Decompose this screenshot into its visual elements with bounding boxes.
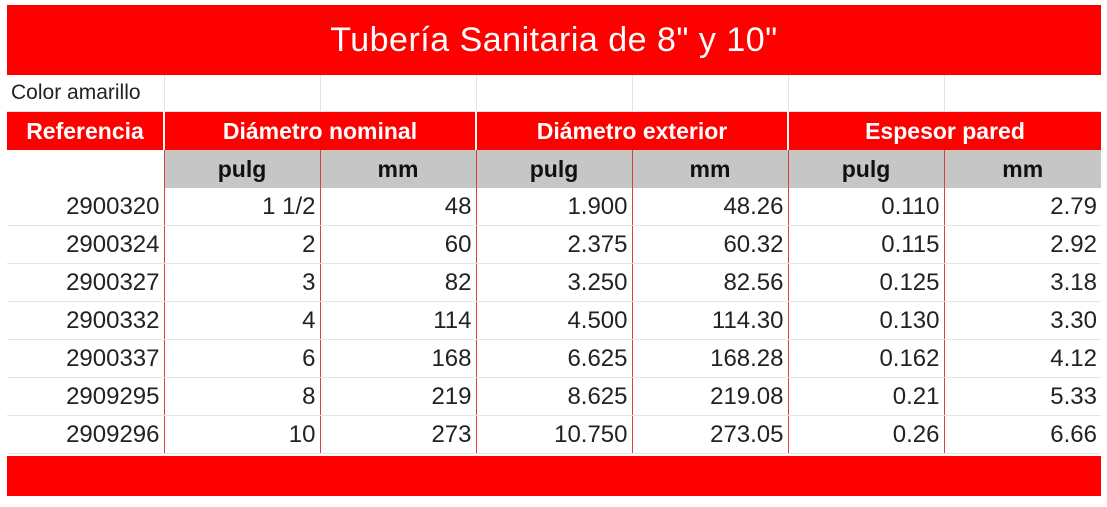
cell-espesor-mm[interactable]: 6.66	[944, 415, 1101, 454]
table-body: 2900320 1 1/2 48 1.900 48.26 0.110 2.79 2900324…	[7, 188, 1101, 454]
cell-nominal-pulg[interactable]: 6	[164, 339, 321, 378]
empty-cell[interactable]	[164, 75, 321, 112]
cell-exterior-pulg[interactable]: 10.750	[476, 415, 633, 454]
header-diametro-nominal: Diámetro nominal	[164, 111, 477, 150]
table-row: 2900324 2 60 2.375 60.32 0.115 2.92	[7, 225, 1101, 264]
cell-exterior-mm[interactable]: 219.08	[632, 377, 789, 416]
cell-exterior-pulg[interactable]: 3.250	[476, 263, 633, 302]
empty-cell[interactable]	[476, 75, 633, 112]
cell-espesor-mm[interactable]: 4.12	[944, 339, 1101, 378]
cell-exterior-mm[interactable]: 60.32	[632, 225, 789, 264]
pipe-spec-table: Color amarillo Referencia Diámetro nomin…	[7, 75, 1101, 454]
cell-nominal-pulg[interactable]: 4	[164, 301, 321, 340]
subtitle-cell[interactable]: Color amarillo	[7, 75, 165, 112]
unit-pulg: pulg	[476, 150, 633, 188]
cell-espesor-pulg[interactable]: 0.125	[788, 263, 945, 302]
cell-referencia[interactable]: 2900324	[7, 225, 165, 264]
unit-mm: mm	[320, 150, 477, 188]
cell-espesor-mm[interactable]: 5.33	[944, 377, 1101, 416]
table-row: 2900337 6 168 6.625 168.28 0.162 4.12	[7, 339, 1101, 378]
cell-nominal-mm[interactable]: 168	[320, 339, 477, 378]
group-header-row: Referencia Diámetro nominal Diámetro ext…	[7, 111, 1101, 150]
cell-referencia[interactable]: 2909296	[7, 415, 165, 454]
cell-nominal-mm[interactable]: 219	[320, 377, 477, 416]
cell-espesor-mm[interactable]: 2.92	[944, 225, 1101, 264]
cell-espesor-mm[interactable]: 3.18	[944, 263, 1101, 302]
header-referencia: Referencia	[7, 111, 165, 150]
unit-blank	[7, 150, 165, 188]
cell-espesor-mm[interactable]: 2.79	[944, 188, 1101, 226]
empty-cell[interactable]	[632, 75, 789, 112]
empty-cell[interactable]	[944, 75, 1101, 112]
cell-exterior-pulg[interactable]: 6.625	[476, 339, 633, 378]
cell-espesor-pulg[interactable]: 0.130	[788, 301, 945, 340]
cell-referencia[interactable]: 2900327	[7, 263, 165, 302]
header-espesor-pared: Espesor pared	[788, 111, 1101, 150]
cell-referencia[interactable]: 2909295	[7, 377, 165, 416]
footer-bar	[7, 456, 1101, 496]
cell-espesor-pulg[interactable]: 0.115	[788, 225, 945, 264]
cell-exterior-pulg[interactable]: 2.375	[476, 225, 633, 264]
cell-referencia[interactable]: 2900320	[7, 188, 165, 226]
table-row: 2900332 4 114 4.500 114.30 0.130 3.30	[7, 301, 1101, 340]
cell-nominal-mm[interactable]: 60	[320, 225, 477, 264]
cell-exterior-pulg[interactable]: 1.900	[476, 188, 633, 226]
unit-mm: mm	[632, 150, 789, 188]
cell-nominal-pulg[interactable]: 8	[164, 377, 321, 416]
table-row: 2909296 10 273 10.750 273.05 0.26 6.66	[7, 415, 1101, 454]
cell-exterior-pulg[interactable]: 4.500	[476, 301, 633, 340]
cell-nominal-pulg[interactable]: 10	[164, 415, 321, 454]
cell-espesor-pulg[interactable]: 0.162	[788, 339, 945, 378]
spec-sheet: Tubería Sanitaria de 8" y 10" Color amar…	[7, 5, 1101, 496]
cell-nominal-mm[interactable]: 82	[320, 263, 477, 302]
cell-nominal-mm[interactable]: 48	[320, 188, 477, 226]
unit-pulg: pulg	[164, 150, 321, 188]
empty-cell[interactable]	[320, 75, 477, 112]
table-row: 2900327 3 82 3.250 82.56 0.125 3.18	[7, 263, 1101, 302]
cell-exterior-mm[interactable]: 168.28	[632, 339, 789, 378]
table-title: Tubería Sanitaria de 8" y 10"	[7, 5, 1101, 75]
unit-pulg: pulg	[788, 150, 945, 188]
cell-espesor-pulg[interactable]: 0.21	[788, 377, 945, 416]
unit-header-row: pulg mm pulg mm pulg mm	[7, 150, 1101, 188]
cell-exterior-mm[interactable]: 48.26	[632, 188, 789, 226]
cell-espesor-mm[interactable]: 3.30	[944, 301, 1101, 340]
cell-nominal-pulg[interactable]: 2	[164, 225, 321, 264]
cell-referencia[interactable]: 2900332	[7, 301, 165, 340]
cell-espesor-pulg[interactable]: 0.26	[788, 415, 945, 454]
unit-mm: mm	[944, 150, 1101, 188]
cell-exterior-pulg[interactable]: 8.625	[476, 377, 633, 416]
table-row: 2900320 1 1/2 48 1.900 48.26 0.110 2.79	[7, 188, 1101, 226]
subtitle-row: Color amarillo	[7, 75, 1101, 112]
cell-nominal-mm[interactable]: 273	[320, 415, 477, 454]
cell-exterior-mm[interactable]: 114.30	[632, 301, 789, 340]
cell-nominal-pulg[interactable]: 3	[164, 263, 321, 302]
cell-referencia[interactable]: 2900337	[7, 339, 165, 378]
header-diametro-exterior: Diámetro exterior	[476, 111, 789, 150]
cell-exterior-mm[interactable]: 273.05	[632, 415, 789, 454]
cell-nominal-mm[interactable]: 114	[320, 301, 477, 340]
table-row: 2909295 8 219 8.625 219.08 0.21 5.33	[7, 377, 1101, 416]
cell-espesor-pulg[interactable]: 0.110	[788, 188, 945, 226]
cell-nominal-pulg[interactable]: 1 1/2	[164, 188, 321, 226]
empty-cell[interactable]	[788, 75, 945, 112]
cell-exterior-mm[interactable]: 82.56	[632, 263, 789, 302]
